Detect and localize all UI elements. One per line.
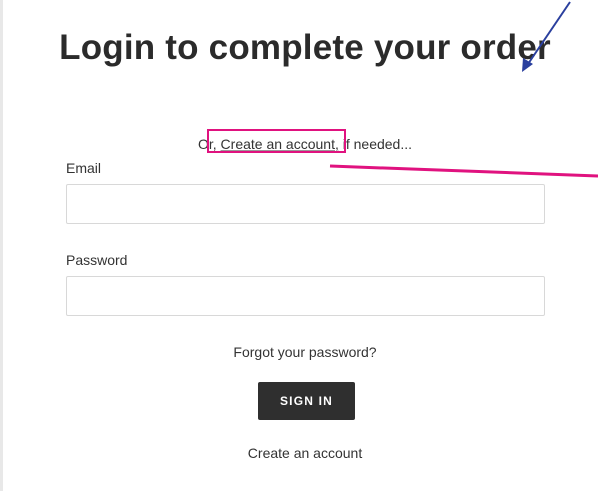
email-field[interactable] [66, 184, 545, 224]
email-label: Email [66, 160, 102, 176]
sign-in-button[interactable]: SIGN IN [258, 382, 355, 420]
hint-prefix: Or, [197, 136, 217, 152]
password-field[interactable] [66, 276, 545, 316]
forgot-password-link[interactable]: Forgot your password? [0, 343, 598, 361]
page-edge-shadow [0, 0, 3, 491]
page-title: Login to complete your order [59, 28, 551, 67]
create-account-hint: Or, Create an account, if needed... [0, 135, 598, 153]
create-account-inline-link[interactable]: Create an account, [221, 136, 339, 152]
hint-suffix: if needed... [342, 136, 413, 152]
password-label: Password [66, 252, 128, 268]
login-page: Login to complete your order Or, Create … [0, 0, 598, 491]
create-account-link[interactable]: Create an account [0, 444, 598, 462]
